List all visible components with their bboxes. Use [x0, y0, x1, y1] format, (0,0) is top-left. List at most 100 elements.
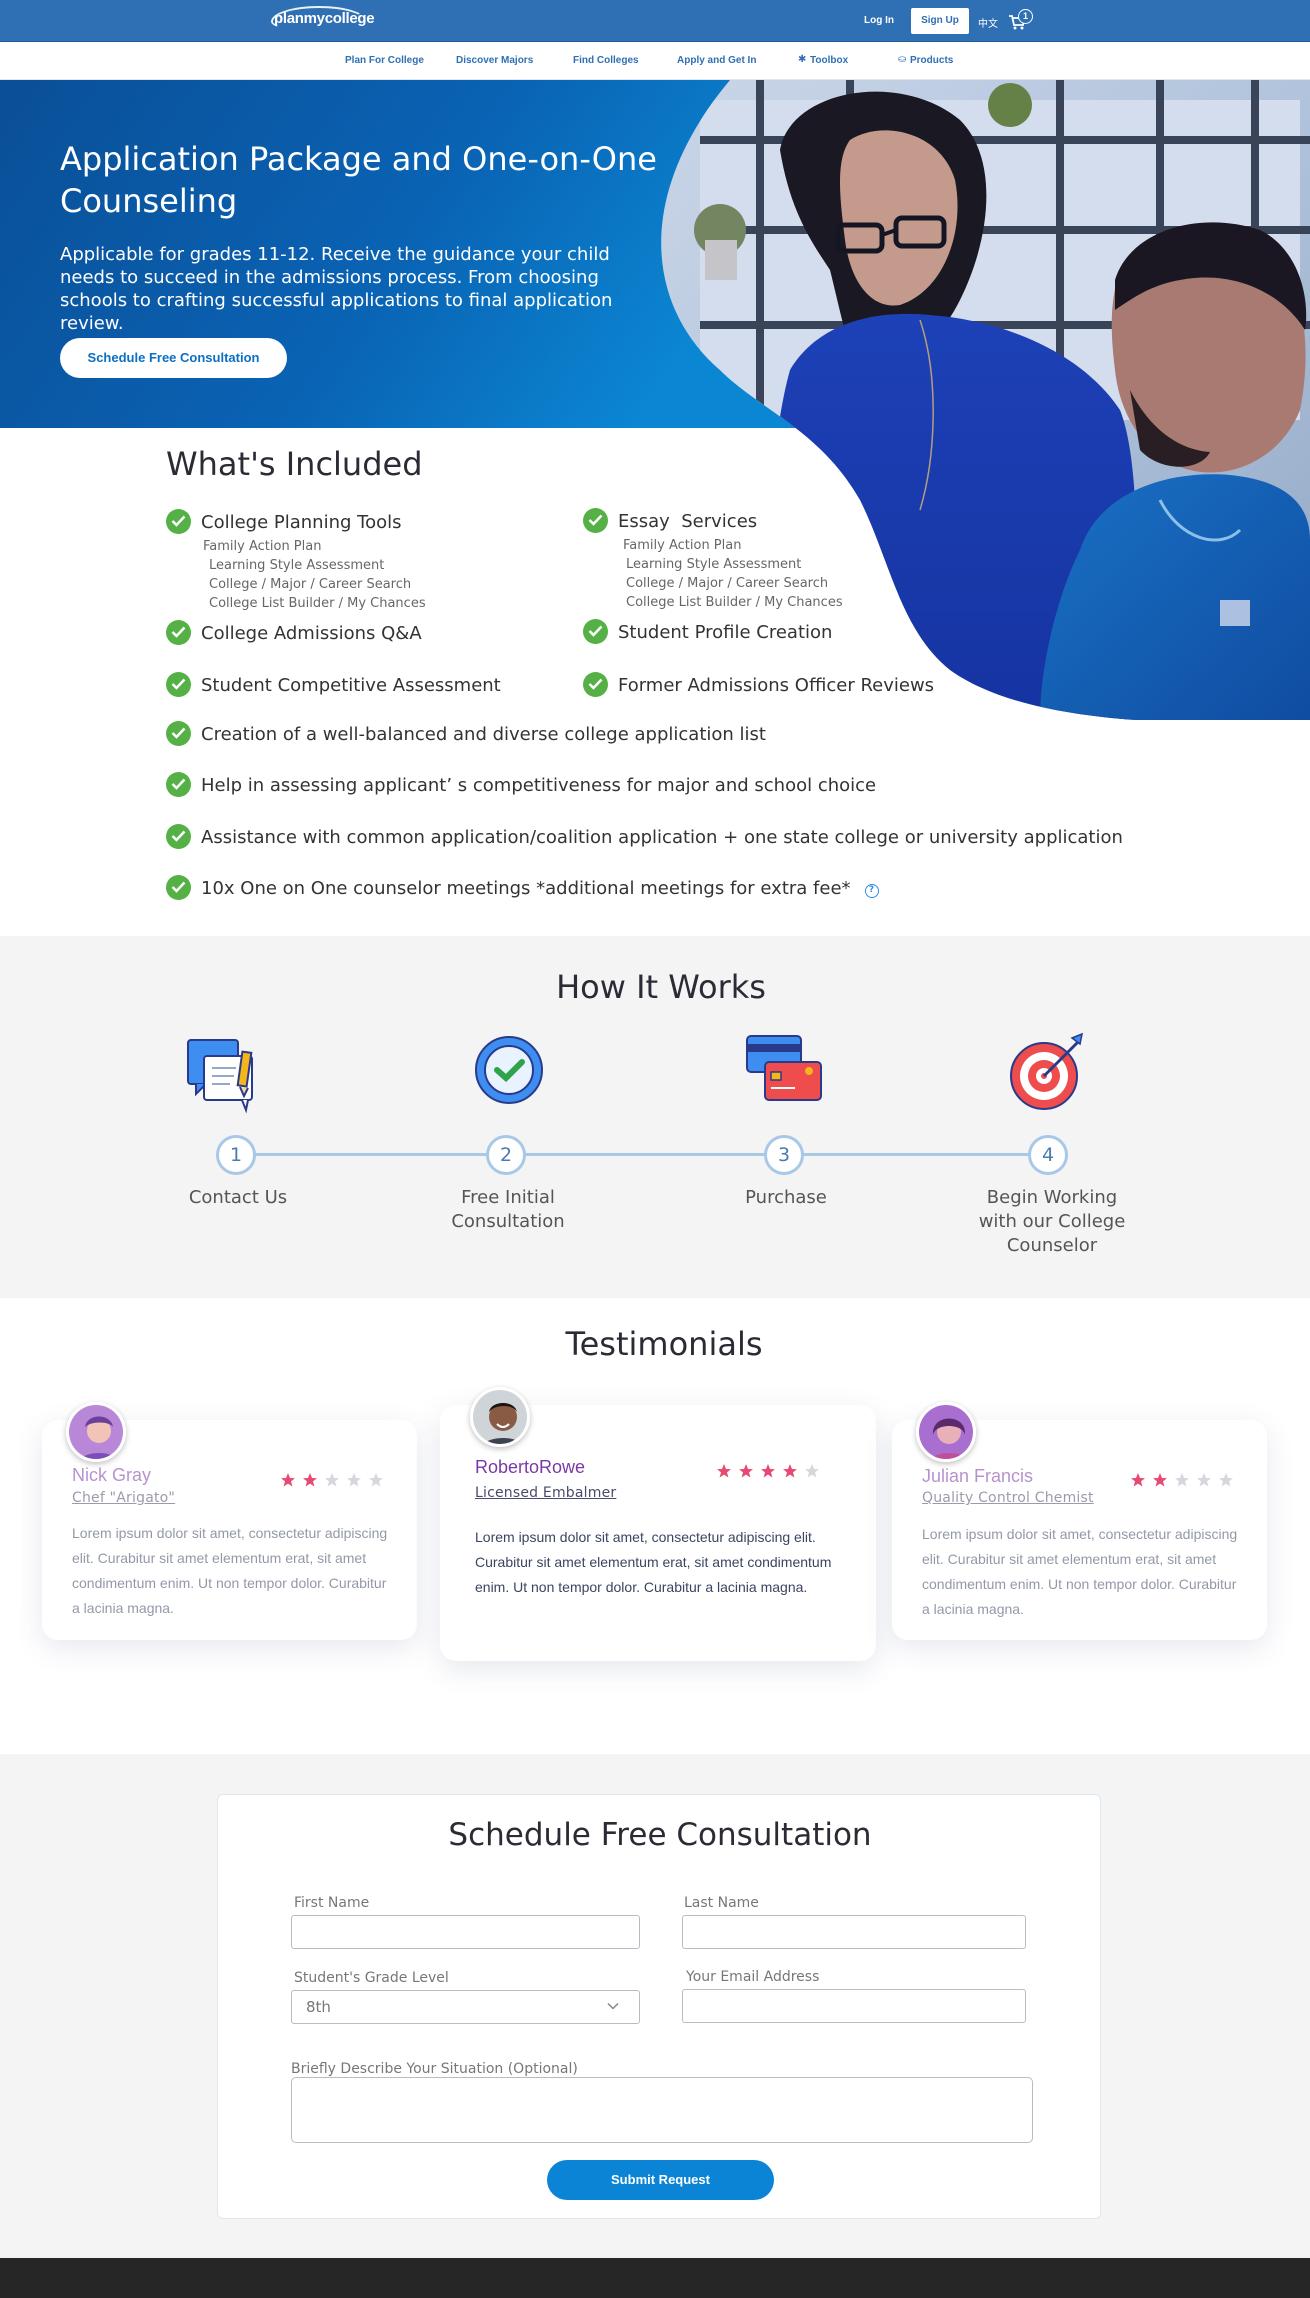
login-link[interactable]: Log In — [864, 15, 894, 26]
nav-toolbox[interactable]: Toolbox — [810, 55, 848, 66]
email-label: Your Email Address — [686, 1969, 820, 1985]
hero-subtitle: Applicable for grades 11-12. Receive the… — [60, 244, 613, 334]
testimonials-title: Testimonials — [565, 1325, 763, 1363]
testimonial-name: Julian Francis — [922, 1466, 1034, 1486]
credit-cards-icon — [746, 1035, 822, 1101]
included-sublist: Family Action Plan Learning Style Assess… — [203, 537, 426, 613]
included-item-meetings: 10x One on One counselor meetings *addit… — [166, 875, 1066, 901]
included-label: Student Profile Creation — [618, 622, 833, 643]
sub-item: Family Action Plan — [203, 539, 322, 554]
help-question-icon[interactable]: ? — [864, 884, 879, 898]
rating-stars — [716, 1463, 826, 1479]
star-icon — [281, 1473, 295, 1487]
main-nav: Plan For College Discover Majors Find Co… — [0, 42, 1310, 80]
included-label: Former Admissions Officer Reviews — [618, 675, 935, 696]
star-icon — [717, 1464, 731, 1478]
target-icon — [1010, 1032, 1084, 1110]
last-name-label: Last Name — [684, 1895, 759, 1911]
signup-button[interactable]: Sign Up — [911, 8, 969, 34]
cart-count-badge: 1 — [1018, 9, 1033, 24]
included-label: College Planning Tools — [201, 512, 402, 533]
check-badge-icon — [475, 1036, 543, 1104]
testimonial-card-featured[interactable]: RobertoRowe Licensed Embalmer Lorem ipsu… — [440, 1387, 876, 1661]
documents-icon — [187, 1039, 253, 1114]
check-icon — [166, 875, 191, 900]
included-label: Creation of a well-balanced and diverse … — [201, 724, 766, 745]
star-icon — [805, 1464, 819, 1478]
included-item-assess: Help in assessing applicant’ s competiti… — [166, 772, 966, 798]
submit-request-button[interactable]: Submit Request — [547, 2160, 774, 2200]
grade-level-label: Student's Grade Level — [294, 1970, 449, 1986]
testimonial-name: RobertoRowe — [475, 1457, 586, 1477]
check-icon — [583, 508, 608, 533]
site-logo[interactable]: planmycollege — [271, 6, 375, 32]
star-icon — [1153, 1473, 1167, 1487]
check-icon — [166, 620, 191, 645]
chevron-down-icon — [607, 2002, 619, 2010]
step-label-purchase: Purchase — [745, 1187, 827, 1208]
form-title: Schedule Free Consultation — [448, 1817, 872, 1853]
situation-textarea[interactable] — [291, 2077, 1033, 2143]
how-it-works-title: How It Works — [556, 968, 766, 1006]
included-label: Assistance with common application/coali… — [201, 827, 1123, 848]
logo-swoosh — [271, 6, 367, 32]
avatar — [470, 1387, 530, 1447]
testimonial-text: Lorem ipsum dolor sit amet, consectetur … — [475, 1529, 832, 1595]
step-label-begin-working: Begin Working with our College Counselor — [978, 1187, 1126, 1256]
nav-apply-and-get-in[interactable]: Apply and Get In — [677, 55, 756, 66]
included-item-list: Creation of a well-balanced and diverse … — [166, 721, 966, 747]
first-name-label: First Name — [294, 1895, 370, 1911]
avatar — [66, 1402, 126, 1462]
step-number: 1 — [216, 1135, 256, 1175]
sub-item: Learning Style Assessment — [209, 558, 385, 573]
first-name-input[interactable] — [291, 1915, 640, 1949]
steps-connector-line — [236, 1153, 1048, 1156]
included-item-profile: Student Profile Creation — [583, 619, 983, 645]
testimonial-card[interactable]: Julian Francis Quality Control Chemist L… — [892, 1402, 1267, 1640]
nav-discover-majors[interactable]: Discover Majors — [456, 55, 533, 66]
language-switch[interactable]: 中文 — [978, 15, 998, 30]
sub-item: College / Major / Career Search — [626, 576, 829, 591]
star-icon — [739, 1464, 753, 1478]
sub-item: College / Major / Career Search — [209, 577, 412, 592]
grade-level-value: 8th — [306, 1998, 331, 2016]
included-sublist: Family Action Plan Learning Style Assess… — [623, 536, 843, 612]
meetings-text: 10x One on One counselor meetings *addit… — [201, 878, 851, 899]
star-icon — [1197, 1473, 1211, 1487]
star-icon — [347, 1473, 361, 1487]
hero-title: Application Package and One-on-One Couns… — [60, 140, 657, 220]
nav-find-colleges[interactable]: Find Colleges — [573, 55, 639, 66]
star-icon — [303, 1473, 317, 1487]
step-label-consultation: Free Initial Consultation — [451, 1187, 565, 1232]
testimonial-role[interactable]: Licensed Embalmer — [475, 1485, 616, 1501]
situation-label: Briefly Describe Your Situation (Optiona… — [291, 2061, 578, 2077]
star-icon — [1131, 1473, 1145, 1487]
toolbox-icon: ✱ — [798, 54, 807, 65]
star-icon — [761, 1464, 775, 1478]
included-label: Help in assessing applicant’ s competiti… — [201, 775, 877, 796]
grade-level-select[interactable]: 8th — [291, 1990, 640, 2024]
sub-item: Family Action Plan — [623, 538, 742, 553]
rating-stars — [280, 1472, 390, 1488]
rating-stars — [1130, 1472, 1240, 1488]
sub-item: College List Builder / My Chances — [209, 596, 426, 611]
last-name-input[interactable] — [682, 1915, 1026, 1949]
included-label: Essay Services — [618, 511, 758, 532]
step-number: 3 — [764, 1135, 804, 1175]
testimonial-role[interactable]: Quality Control Chemist — [922, 1490, 1094, 1506]
included-item-qa: College Admissions Q&A — [166, 620, 566, 646]
nav-products[interactable]: Products — [910, 55, 953, 66]
star-icon — [1175, 1473, 1189, 1487]
star-icon — [1219, 1473, 1233, 1487]
email-input[interactable] — [682, 1989, 1026, 2023]
hero-schedule-button[interactable]: Schedule Free Consultation — [60, 338, 287, 378]
testimonial-card[interactable]: Nick Gray Chef "Arigato" Lorem ipsum dol… — [42, 1402, 417, 1640]
testimonial-name: Nick Gray — [72, 1465, 152, 1485]
consultation-section: Schedule Free Consultation First Name La… — [0, 1754, 1310, 2258]
sub-item: College List Builder / My Chances — [626, 595, 843, 610]
nav-plan-for-college[interactable]: Plan For College — [345, 55, 424, 66]
star-icon — [325, 1473, 339, 1487]
star-icon — [783, 1464, 797, 1478]
testimonial-role[interactable]: Chef "Arigato" — [72, 1490, 175, 1506]
check-icon — [583, 619, 608, 644]
